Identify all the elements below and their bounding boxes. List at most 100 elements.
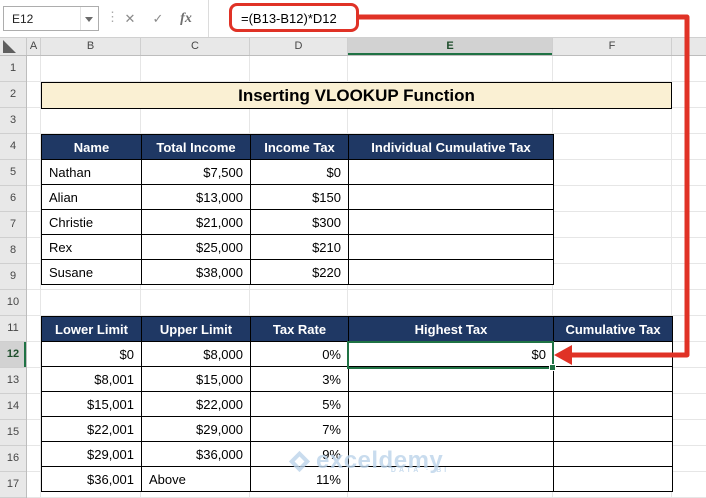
fill-handle[interactable]	[549, 364, 556, 371]
cell-e5[interactable]	[348, 159, 554, 185]
cell-b15[interactable]: $22,001	[41, 416, 142, 442]
tax-header-highest-tax[interactable]: Highest Tax	[348, 316, 554, 342]
cancel-button[interactable]: ✕	[118, 6, 142, 31]
column-header-e-selected[interactable]: E	[348, 38, 553, 55]
cell-b5[interactable]: Nathan	[41, 159, 142, 185]
cell-c17[interactable]: Above	[141, 466, 251, 492]
select-all-corner[interactable]	[0, 38, 27, 55]
cell-b9[interactable]: Susane	[41, 259, 142, 285]
cell-e8[interactable]	[348, 234, 554, 260]
row-header-16[interactable]: 16	[0, 446, 26, 472]
income-header-total-income[interactable]: Total Income	[141, 134, 251, 160]
cell-d6[interactable]: $150	[250, 184, 349, 210]
table-row: $36,001 Above 11%	[41, 466, 673, 492]
table-row: Alian $13,000 $150	[41, 184, 554, 210]
cell-b12[interactable]: $0	[41, 341, 142, 367]
column-header-d[interactable]: D	[250, 38, 348, 55]
cell-d8[interactable]: $210	[250, 234, 349, 260]
insert-function-button[interactable]: fx	[174, 6, 198, 31]
excel-window: E12 ⋮ ✕ ✓ fx =(B13-B12)*D12 A B C D E F …	[0, 0, 706, 498]
cell-b8[interactable]: Rex	[41, 234, 142, 260]
cell-c5[interactable]: $7,500	[141, 159, 251, 185]
cell-b7[interactable]: Christie	[41, 209, 142, 235]
row-header-17[interactable]: 17	[0, 472, 26, 498]
tax-header-upper-limit[interactable]: Upper Limit	[141, 316, 251, 342]
row-header-13[interactable]: 13	[0, 368, 26, 394]
cell-e17[interactable]	[348, 466, 554, 492]
name-box[interactable]: E12	[3, 6, 99, 31]
cell-f16[interactable]	[553, 441, 673, 467]
cell-c15[interactable]: $29,000	[141, 416, 251, 442]
cell-f17[interactable]	[553, 466, 673, 492]
cell-e9[interactable]	[348, 259, 554, 285]
cell-b13[interactable]: $8,001	[41, 366, 142, 392]
cell-d7[interactable]: $300	[250, 209, 349, 235]
table-row: Christie $21,000 $300	[41, 209, 554, 235]
row-header-10[interactable]: 10	[0, 290, 26, 316]
column-header-b[interactable]: B	[41, 38, 141, 55]
cell-e15[interactable]	[348, 416, 554, 442]
cell-e16[interactable]	[348, 441, 554, 467]
row-header-7[interactable]: 7	[0, 212, 26, 238]
cell-d16[interactable]: 9%	[250, 441, 349, 467]
cell-f14[interactable]	[553, 391, 673, 417]
income-header-individual-cumulative-tax[interactable]: Individual Cumulative Tax	[348, 134, 554, 160]
cell-d17[interactable]: 11%	[250, 466, 349, 492]
cell-d15[interactable]: 7%	[250, 416, 349, 442]
row-header-15[interactable]: 15	[0, 420, 26, 446]
cell-d13[interactable]: 3%	[250, 366, 349, 392]
cell-e6[interactable]	[348, 184, 554, 210]
cell-d12[interactable]: 0%	[250, 341, 349, 367]
cell-c9[interactable]: $38,000	[141, 259, 251, 285]
enter-button[interactable]: ✓	[146, 6, 170, 31]
income-header-income-tax[interactable]: Income Tax	[250, 134, 349, 160]
name-box-dropdown[interactable]	[80, 7, 98, 30]
row-header-14[interactable]: 14	[0, 394, 26, 420]
cell-d5[interactable]: $0	[250, 159, 349, 185]
row-header-9[interactable]: 9	[0, 264, 26, 290]
column-header-a[interactable]: A	[27, 38, 41, 55]
chevron-down-icon	[85, 17, 93, 22]
cell-e14[interactable]	[348, 391, 554, 417]
cell-e7[interactable]	[348, 209, 554, 235]
cell-c13[interactable]: $15,000	[141, 366, 251, 392]
income-header-name[interactable]: Name	[41, 134, 142, 160]
row-header-4[interactable]: 4	[0, 134, 26, 160]
tax-header-tax-rate[interactable]: Tax Rate	[250, 316, 349, 342]
cell-c14[interactable]: $22,000	[141, 391, 251, 417]
column-header-f[interactable]: F	[553, 38, 672, 55]
table-row: Name Total Income Income Tax Individual …	[41, 134, 554, 160]
cell-b6[interactable]: Alian	[41, 184, 142, 210]
cell-b14[interactable]: $15,001	[41, 391, 142, 417]
cell-d9[interactable]: $220	[250, 259, 349, 285]
cell-e12-selected[interactable]: $0	[348, 341, 554, 367]
row-header-6[interactable]: 6	[0, 186, 26, 212]
row-header-2[interactable]: 2	[0, 82, 26, 108]
cell-b16[interactable]: $29,001	[41, 441, 142, 467]
table-row: $8,001 $15,000 3%	[41, 366, 673, 392]
row-header-5[interactable]: 5	[0, 160, 26, 186]
cell-d14[interactable]: 5%	[250, 391, 349, 417]
cell-f12[interactable]	[553, 341, 673, 367]
cell-f15[interactable]	[553, 416, 673, 442]
row-header-12-selected[interactable]: 12	[0, 342, 26, 368]
tax-header-lower-limit[interactable]: Lower Limit	[41, 316, 142, 342]
cell-c12[interactable]: $8,000	[141, 341, 251, 367]
table-row: Lower Limit Upper Limit Tax Rate Highest…	[41, 316, 673, 342]
title-cell[interactable]: Inserting VLOOKUP Function	[41, 82, 672, 109]
table-row: Rex $25,000 $210	[41, 234, 554, 260]
cell-c8[interactable]: $25,000	[141, 234, 251, 260]
row-header-11[interactable]: 11	[0, 316, 26, 342]
cell-c7[interactable]: $21,000	[141, 209, 251, 235]
row-header-8[interactable]: 8	[0, 238, 26, 264]
table-row: $15,001 $22,000 5%	[41, 391, 673, 417]
cell-c6[interactable]: $13,000	[141, 184, 251, 210]
cell-b17[interactable]: $36,001	[41, 466, 142, 492]
column-header-c[interactable]: C	[141, 38, 250, 55]
row-header-3[interactable]: 3	[0, 108, 26, 134]
cell-e13[interactable]	[348, 366, 554, 392]
row-header-1[interactable]: 1	[0, 56, 26, 82]
tax-header-cumulative-tax[interactable]: Cumulative Tax	[553, 316, 673, 342]
cell-c16[interactable]: $36,000	[141, 441, 251, 467]
cell-f13[interactable]	[553, 366, 673, 392]
